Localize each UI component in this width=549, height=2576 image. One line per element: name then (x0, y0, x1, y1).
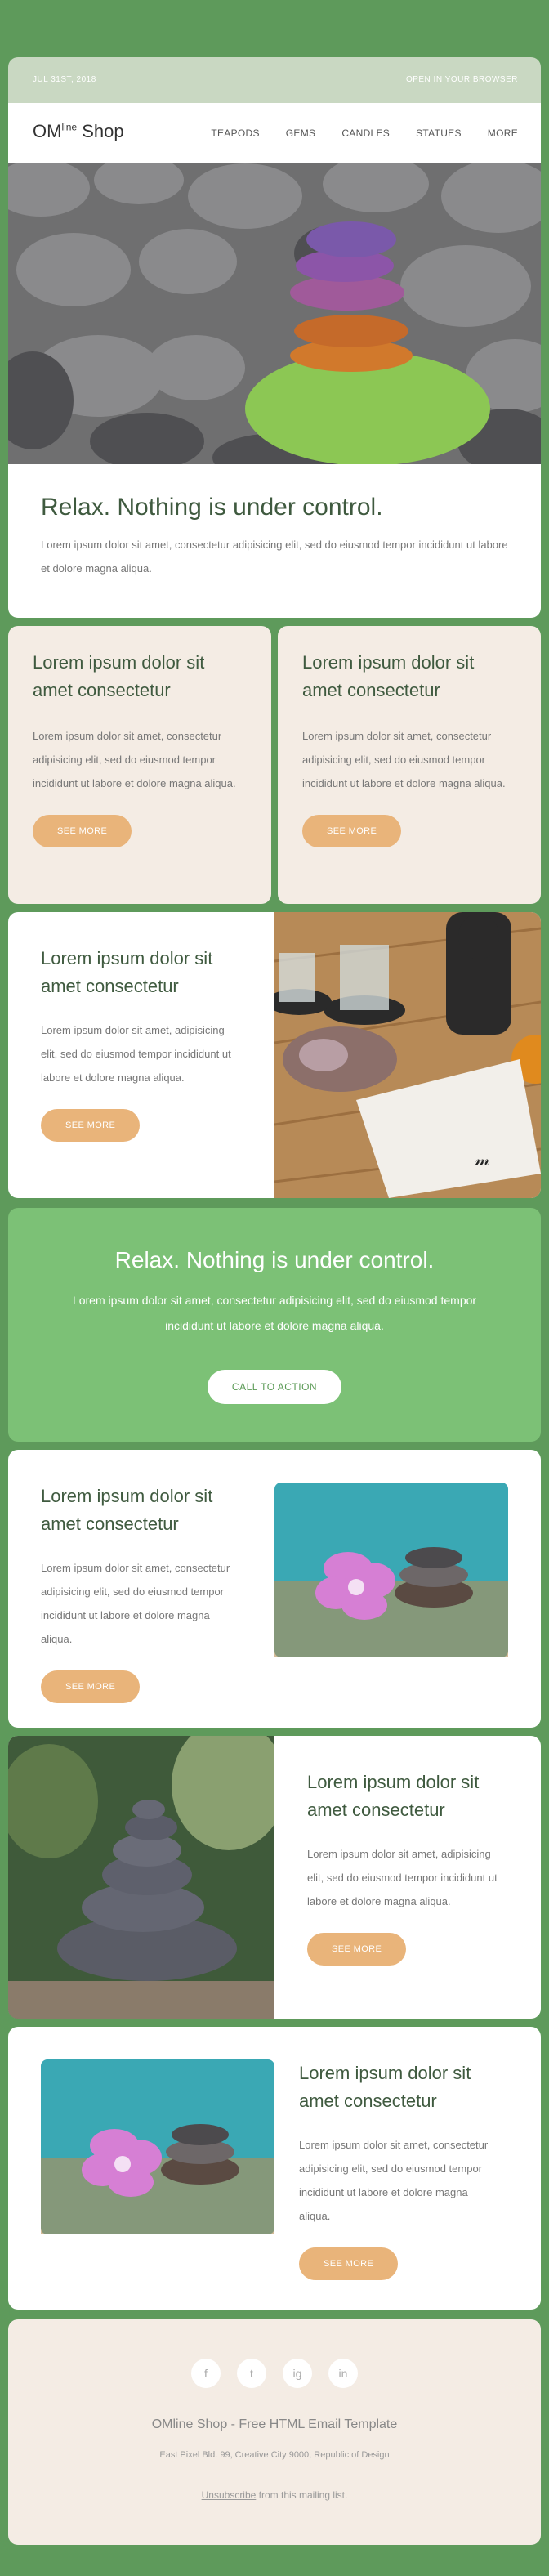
cta-section: Relax. Nothing is under control. Lorem i… (8, 1208, 541, 1442)
footer-title: OMline Shop - Free HTML Email Template (151, 2417, 398, 2431)
row-body: Lorem ipsum dolor sit amet, consectetur … (299, 2139, 489, 2222)
main-menu: TEAPODS GEMS CANDLES STATUES MORE (211, 127, 518, 139)
feature-card-right: Lorem ipsum dolor sit amet consectetur L… (278, 626, 541, 904)
see-more-button[interactable]: SEE MORE (41, 1670, 141, 1703)
cta-body: Lorem ipsum dolor sit amet, consectetur … (72, 1294, 477, 1332)
row-body: Lorem ipsum dolor sit amet, adipisicing … (41, 1024, 231, 1084)
feature-card-body: Lorem ipsum dolor sit amet, consectetur … (302, 730, 506, 789)
see-more-button[interactable]: SEE MORE (41, 1109, 141, 1142)
twitter-icon[interactable]: t (237, 2359, 266, 2388)
row-title: Lorem ipsum dolor sit amet consectetur (41, 948, 213, 996)
feature-card-left: Lorem ipsum dolor sit amet consectetur L… (8, 626, 271, 904)
footer-address: East Pixel Bld. 99, Creative City 9000, … (159, 2450, 390, 2460)
email-topbar: JUL 31ST, 2018 OPEN IN YOUR BROWSER (8, 57, 541, 103)
intro-section: Relax. Nothing is under control. Lorem i… (8, 464, 541, 618)
svg-text:𝓂: 𝓂 (475, 1150, 490, 1170)
see-more-button[interactable]: SEE MORE (299, 2247, 399, 2280)
header-nav: OMline Shop TEAPODS GEMS CANDLES STATUES… (8, 103, 541, 163)
cta-title: Relax. Nothing is under control. (114, 1247, 435, 1272)
feature-card-title: Lorem ipsum dolor sit amet consectetur (33, 652, 205, 700)
row-body: Lorem ipsum dolor sit amet, consectetur … (41, 1562, 230, 1645)
row-title: Lorem ipsum dolor sit amet consectetur (307, 1772, 480, 1820)
menu-item-statues[interactable]: STATUES (416, 127, 462, 139)
row-body: Lorem ipsum dolor sit amet, adipisicing … (307, 1848, 498, 1907)
row-title: Lorem ipsum dolor sit amet consectetur (41, 1486, 213, 1534)
menu-item-more[interactable]: MORE (488, 127, 518, 139)
candles-buddha-image: 𝓂 (274, 912, 541, 1198)
instagram-icon[interactable]: ig (283, 2359, 312, 2388)
flower-stones-image-2 (41, 2059, 274, 2234)
hero-image (8, 163, 541, 464)
flower-stones-image (274, 1483, 508, 1657)
feature-card-title: Lorem ipsum dolor sit amet consectetur (302, 652, 475, 700)
facebook-icon[interactable]: f (191, 2359, 221, 2388)
content-row-4: Lorem ipsum dolor sit amet consectetur L… (8, 2027, 541, 2310)
brand-logo[interactable]: OMline Shop (33, 121, 124, 142)
see-more-button[interactable]: SEE MORE (302, 815, 402, 847)
linkedin-icon[interactable]: in (328, 2359, 358, 2388)
unsubscribe-link[interactable]: Unsubscribe (202, 2489, 257, 2501)
content-row-1: Lorem ipsum dolor sit amet consectetur L… (8, 912, 541, 1198)
feature-card-body: Lorem ipsum dolor sit amet, consectetur … (33, 730, 236, 789)
intro-title: Relax. Nothing is under control. (41, 494, 383, 521)
menu-item-candles[interactable]: CANDLES (341, 127, 390, 139)
row-title: Lorem ipsum dolor sit amet consectetur (299, 2063, 471, 2111)
open-in-browser-link[interactable]: OPEN IN YOUR BROWSER (406, 75, 518, 84)
email-footer: f t ig in OMline Shop - Free HTML Email … (8, 2319, 541, 2545)
menu-item-gems[interactable]: GEMS (286, 127, 316, 139)
content-row-2: Lorem ipsum dolor sit amet consectetur L… (8, 1450, 541, 1728)
see-more-button[interactable]: SEE MORE (33, 815, 132, 847)
stone-stack-image (8, 1736, 274, 2019)
intro-body: Lorem ipsum dolor sit amet, consectetur … (41, 539, 508, 575)
see-more-button[interactable]: SEE MORE (307, 1933, 407, 1966)
social-links: f t ig in (8, 2359, 541, 2388)
unsubscribe-line: Unsubscribe from this mailing list. (201, 2489, 348, 2501)
content-row-3: Lorem ipsum dolor sit amet consectetur L… (8, 1736, 541, 2019)
menu-item-teapods[interactable]: TEAPODS (211, 127, 259, 139)
email-date: JUL 31ST, 2018 (33, 75, 96, 84)
call-to-action-button[interactable]: CALL TO ACTION (207, 1370, 342, 1404)
